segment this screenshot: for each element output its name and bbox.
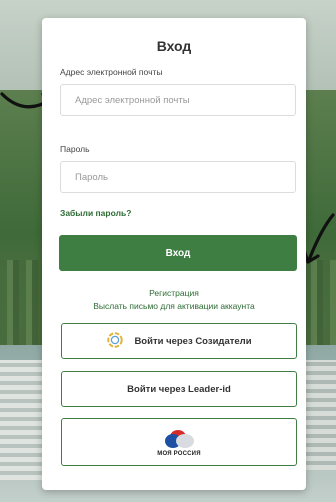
login-title: Вход <box>156 38 192 54</box>
register-link[interactable]: Регистрация <box>42 288 306 298</box>
password-label: Пароль <box>60 144 90 154</box>
forgot-password-link[interactable]: Забыли пароль? <box>60 208 131 218</box>
email-label: Адрес электронной почты <box>60 67 163 77</box>
email-field[interactable] <box>60 84 296 116</box>
leader-id-button-label: Войти через Leader-id <box>127 383 231 395</box>
password-field[interactable] <box>60 161 296 193</box>
leader-id-login-button[interactable]: Войти через Leader-id <box>61 371 297 407</box>
login-card: Вход Адрес электронной почты Пароль Забы… <box>42 18 306 490</box>
moya-rossiya-logo: МОЯ РОССИЯ <box>156 427 202 457</box>
resend-activation-link[interactable]: Выслать письмо для активации аккаунта <box>42 301 306 311</box>
moya-rossiya-login-button[interactable]: МОЯ РОССИЯ <box>61 418 297 466</box>
sozidateli-button-label: Войти через Созидатели <box>134 335 252 347</box>
sozidateli-logo-icon <box>106 331 124 352</box>
sozidateli-login-button[interactable]: Войти через Созидатели <box>61 323 297 359</box>
login-button[interactable]: Вход <box>59 235 297 271</box>
